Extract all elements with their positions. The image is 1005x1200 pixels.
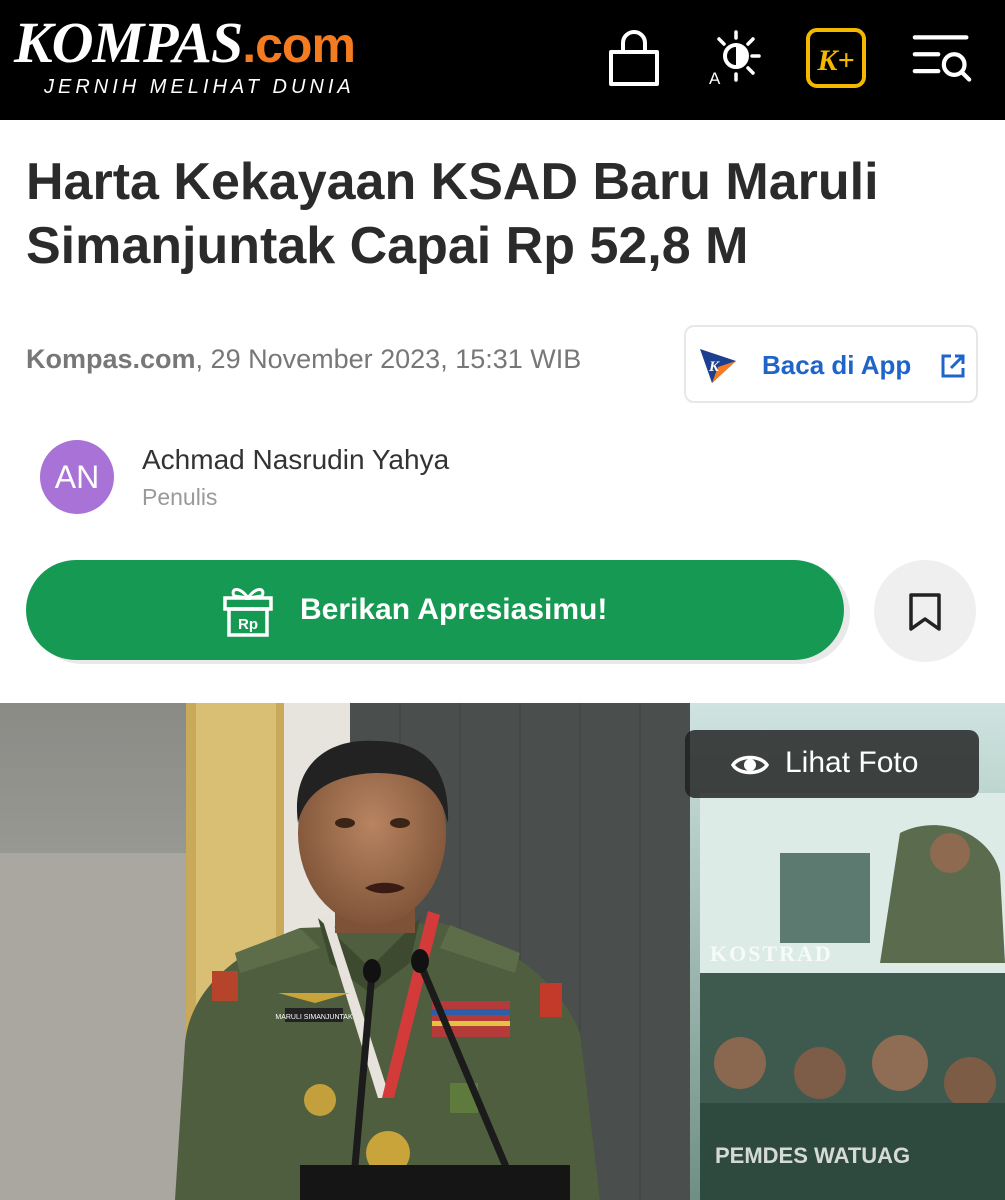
appreciation-button[interactable]: Rp Berikan Apresiasimu! [26,560,844,660]
eye-icon [731,755,769,775]
read-in-app-button[interactable]: K Baca di App [684,325,978,403]
theme-brightness-icon[interactable]: A [704,28,764,88]
article-photo[interactable]: KOSTRAD PEMDES WATUAG MARULI SIMANJUNTAK [0,703,1005,1200]
uniform-name-tag: MARULI SIMANJUNTAK [275,1014,353,1021]
shopping-bag-icon[interactable] [604,28,664,88]
kompas-app-logo-letter: K [708,359,720,375]
read-in-app-label: Baca di App [762,350,912,380]
article-meta: Kompas.com, 29 November 2023, 15:31 WIB [26,344,581,375]
view-photo-button[interactable]: Lihat Foto [685,730,979,798]
kompas-app-logo-icon: K [700,349,736,383]
site-logo[interactable]: KOMPAS.com [14,14,356,73]
logo-tagline: JERNIH MELIHAT DUNIA [44,76,355,98]
logo-text: KOMPAS [14,10,243,75]
appreciation-label: Berikan Apresiasimu! [300,593,608,626]
gift-rp-text: Rp [238,616,258,633]
view-photo-label: Lihat Foto [785,746,919,779]
bookmark-icon [909,593,941,631]
article-date: , 29 November 2023, 15:31 WIB [195,344,582,374]
external-link-icon [941,354,965,378]
screen-text-kostrad: KOSTRAD [710,941,833,966]
site-header: KOMPAS.com JERNIH MELIHAT DUNIA A K+ [0,0,1005,120]
author-role: Penulis [142,484,218,510]
kplus-label: K+ [816,44,854,77]
bookmark-button[interactable] [874,560,976,662]
menu-search-icon[interactable] [912,28,972,88]
article-title: Harta Kekayaan KSAD Baru Maruli Simanjun… [26,153,879,275]
gift-rp-icon: Rp [223,588,273,637]
brightness-letter: A [709,69,721,88]
author-avatar[interactable]: AN [40,440,114,514]
article-source[interactable]: Kompas.com [26,344,196,374]
kompas-plus-icon[interactable]: K+ [806,28,866,88]
logo-dotcom: .com [242,17,356,73]
screen-text-pemdes: PEMDES WATUAG [715,1143,910,1168]
author-name[interactable]: Achmad Nasrudin Yahya [142,444,449,476]
